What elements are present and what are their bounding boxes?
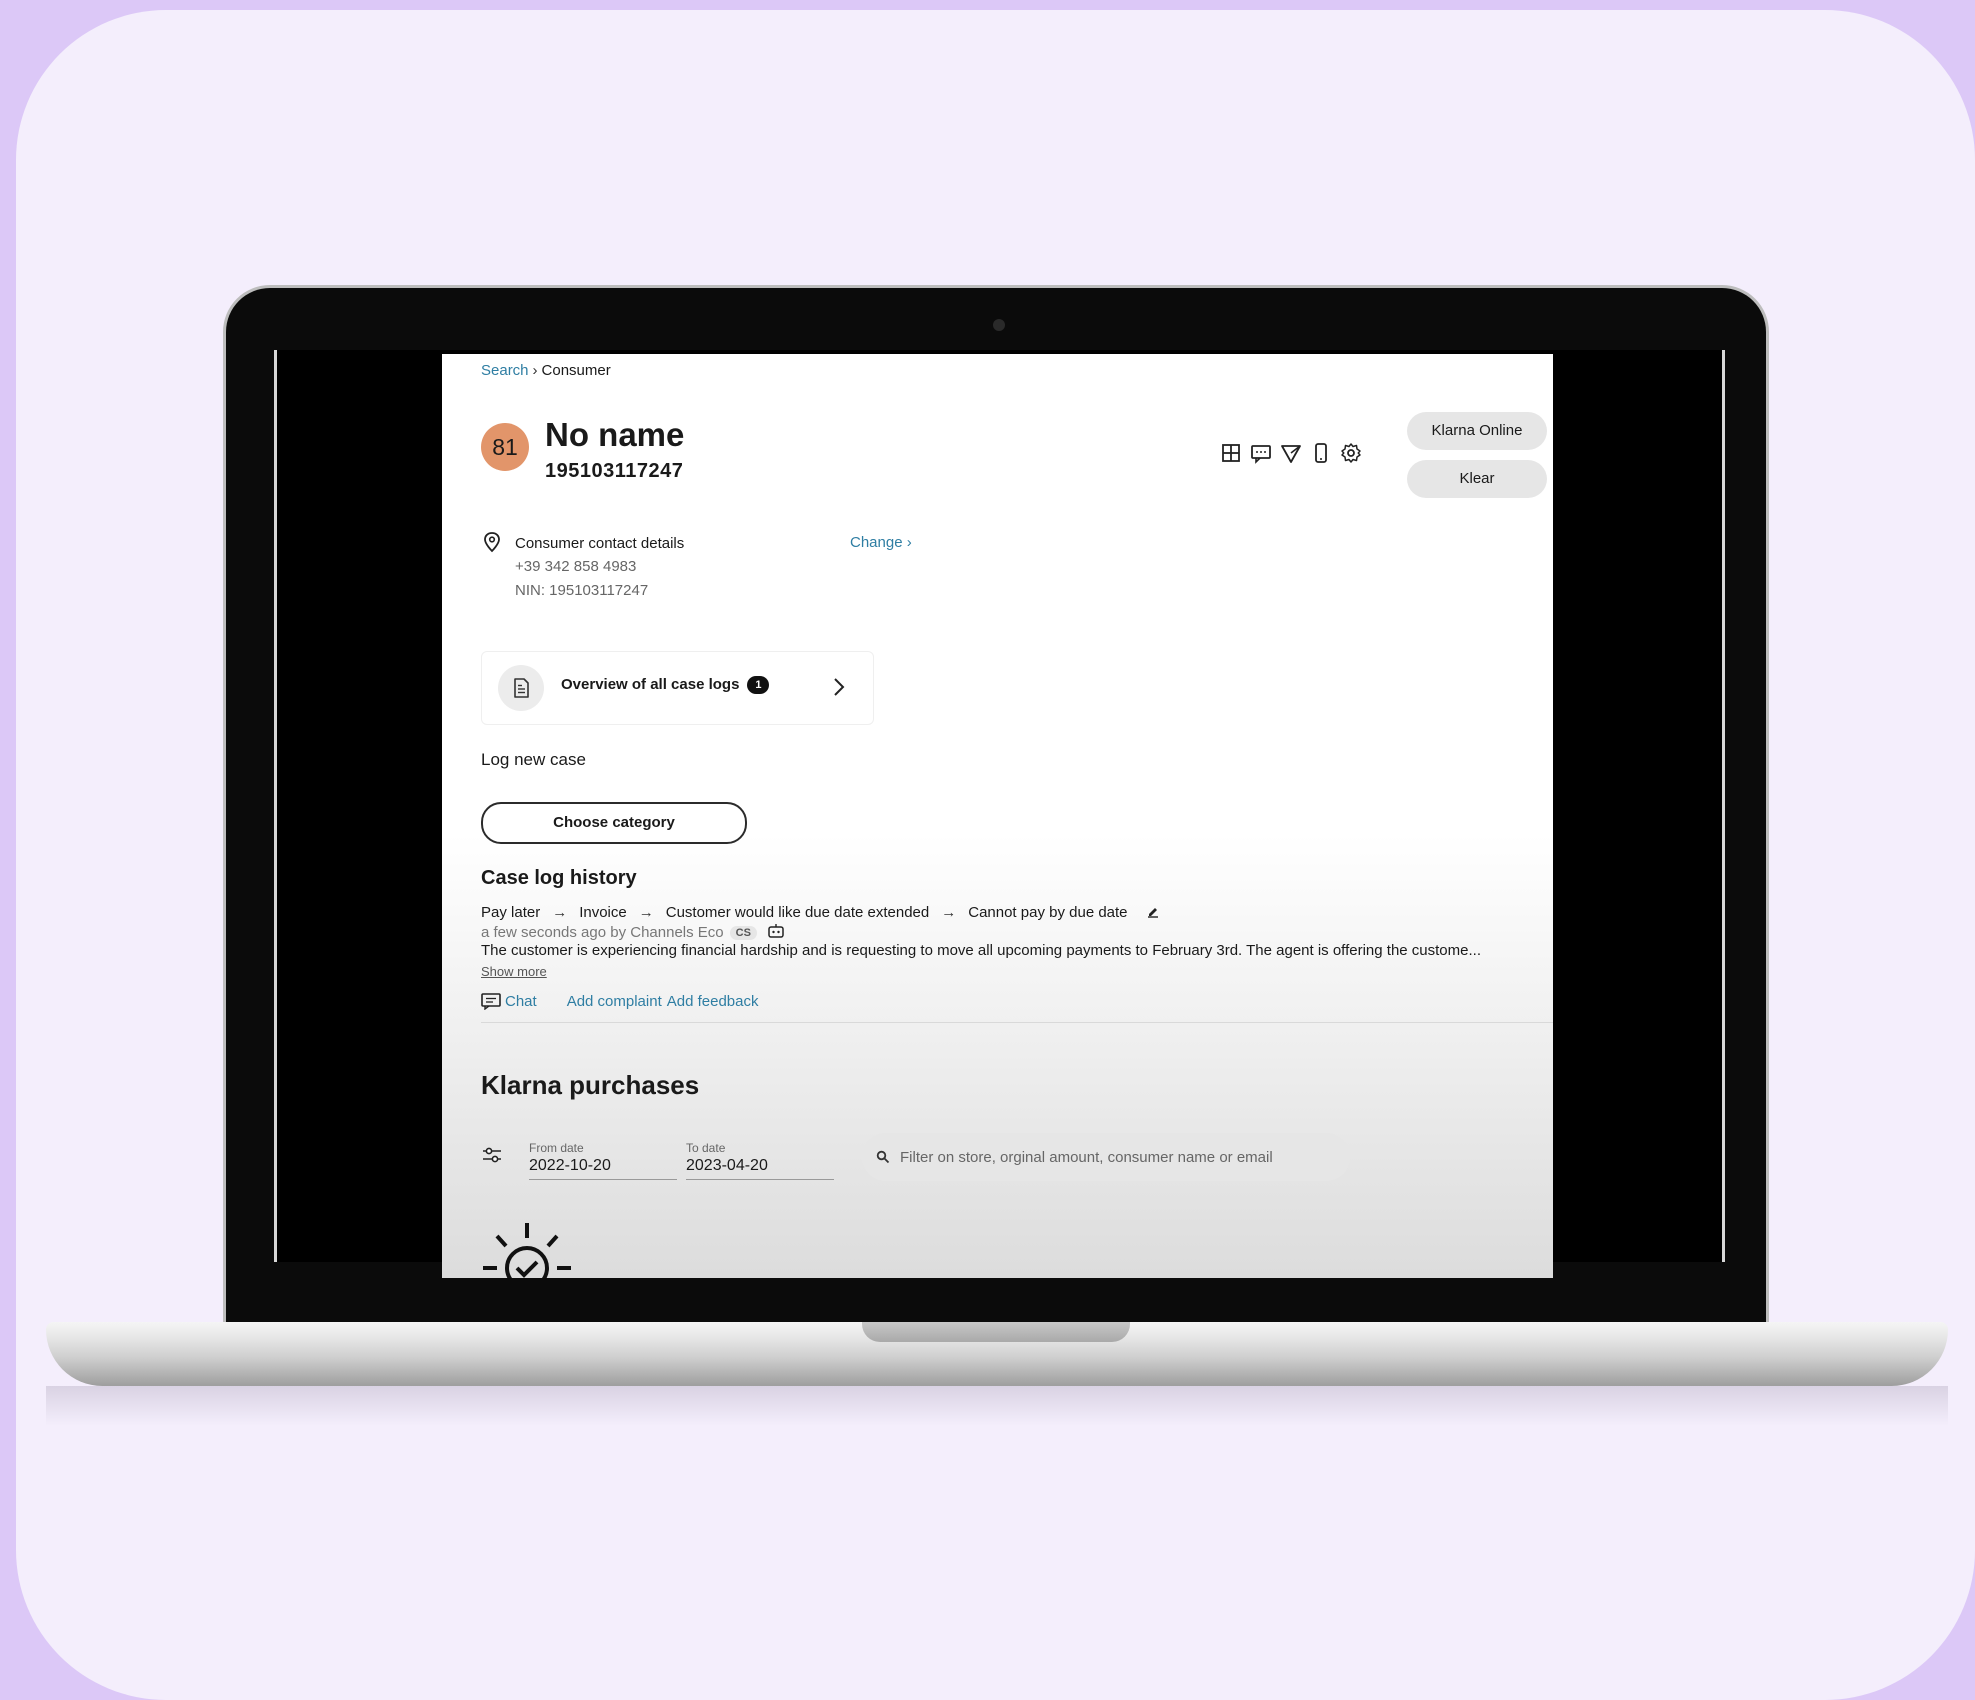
cs-badge: CS (729, 926, 757, 940)
contact-phone: +39 342 858 4983 (515, 558, 637, 575)
breadcrumb-separator-icon: › (532, 362, 538, 379)
case-path-item: Cannot pay by due date (968, 904, 1128, 921)
chevron-right-icon (834, 678, 845, 696)
toolbar-icons (1220, 442, 1362, 464)
consumer-name: No name (545, 416, 685, 453)
purchase-filter-search (862, 1133, 1350, 1181)
webcam (993, 319, 1005, 331)
document-icon (498, 665, 544, 711)
robot-icon (768, 924, 784, 938)
contact-nin: NIN: 195103117247 (515, 582, 649, 599)
klarna-online-button[interactable]: Klarna Online (1407, 412, 1547, 450)
search-icon (876, 1150, 890, 1164)
consumer-page: Search › Consumer 81 No name 195103117247 … (442, 354, 1553, 1278)
arrow-right-icon: → (552, 904, 568, 921)
case-path-item: Customer would like due date extended (665, 904, 930, 921)
case-log-actions: Chat Add complaint Add feedback (481, 992, 759, 1010)
filter-sliders-icon[interactable] (481, 1144, 503, 1166)
from-date-field[interactable]: From date 2022-10-20 (529, 1141, 677, 1180)
phone-icon[interactable] (1310, 442, 1332, 464)
section-divider (481, 1022, 1553, 1023)
add-feedback-link[interactable]: Add feedback (667, 993, 759, 1010)
contact-details-title: Consumer contact details (515, 535, 685, 552)
case-log-count-badge: 1 (747, 676, 770, 694)
show-more-link[interactable]: Show more (481, 964, 547, 979)
from-date-value: 2022-10-20 (529, 1157, 611, 1174)
edit-icon[interactable] (1146, 904, 1160, 918)
case-log-history-title: Case log history (481, 867, 637, 889)
case-log-summary: The customer is experiencing financial h… (481, 942, 1481, 959)
grid-icon[interactable] (1220, 442, 1242, 464)
breadcrumb-search-link[interactable]: Search (481, 362, 529, 379)
case-logs-overview-card[interactable]: Overview of all case logs 1 (481, 651, 874, 725)
consumer-score-avatar: 81 (481, 423, 529, 471)
to-date-label: To date (686, 1141, 726, 1155)
from-date-label: From date (529, 1141, 584, 1155)
case-category-path: Pay later → Invoice → Customer would like du… (481, 904, 1160, 921)
location-pin-icon (484, 532, 500, 553)
chat-icon (481, 993, 501, 1010)
change-contact-link[interactable]: Change › (850, 534, 912, 551)
purchase-filter-input[interactable] (898, 1147, 1342, 1167)
log-new-case-label: Log new case (481, 750, 586, 769)
add-complaint-link[interactable]: Add complaint (567, 993, 662, 1010)
sun-check-icon (483, 1223, 571, 1278)
message-icon[interactable] (1250, 442, 1272, 464)
laptop-notch (862, 1322, 1130, 1342)
chat-link[interactable]: Chat (505, 993, 537, 1010)
case-log-meta: a few seconds ago by Channels Eco CS (481, 923, 785, 941)
klarna-purchases-title: Klarna purchases (481, 1070, 700, 1100)
arrow-right-icon: → (638, 904, 654, 921)
breadcrumb: Search › Consumer (481, 362, 611, 379)
send-icon[interactable] (1280, 442, 1302, 464)
klear-button[interactable]: Klear (1407, 460, 1547, 498)
case-log-meta-text: a few seconds ago by Channels Eco (481, 924, 724, 941)
laptop-shadow (46, 1386, 1948, 1426)
choose-category-button[interactable]: Choose category (481, 802, 747, 844)
overview-label-text: Overview of all case logs (561, 676, 740, 693)
overview-label: Overview of all case logs 1 (561, 676, 770, 694)
case-path-item: Invoice (579, 904, 627, 921)
arrow-right-icon: → (941, 904, 957, 921)
settings-icon[interactable] (1340, 442, 1362, 464)
case-path-item: Pay later (481, 904, 541, 921)
to-date-field[interactable]: To date 2023-04-20 (686, 1141, 834, 1180)
breadcrumb-current: Consumer (541, 362, 611, 379)
consumer-id: 195103117247 (545, 460, 684, 482)
to-date-value: 2023-04-20 (686, 1157, 768, 1174)
